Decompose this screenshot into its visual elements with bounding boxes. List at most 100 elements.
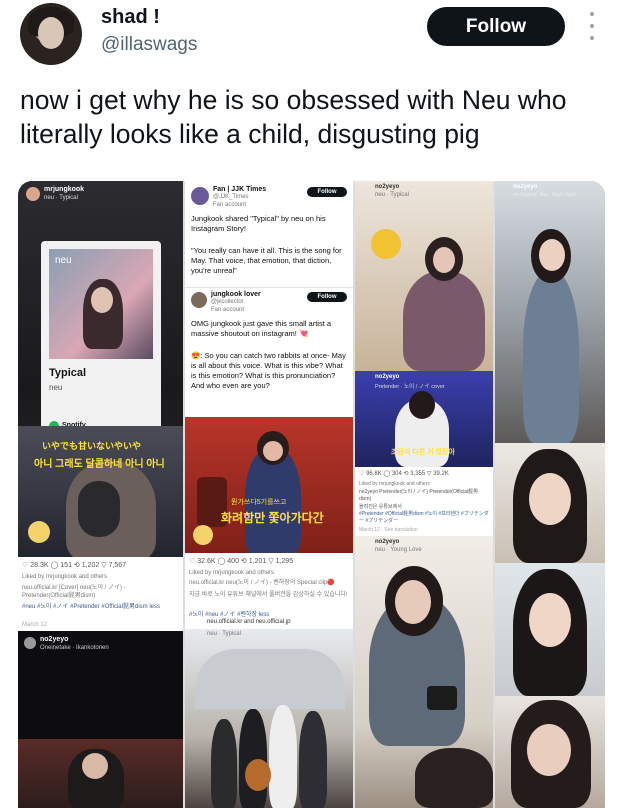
liked-by: Liked by mrjungkook and others — [22, 574, 108, 580]
tweet-text: now i get why he is so obsessed with Neu… — [20, 85, 567, 149]
caption-jp: いやでも甘いないやいや — [42, 441, 142, 451]
share-icon[interactable]: ▽ — [101, 561, 106, 569]
story-song: neu · Typical — [44, 195, 78, 201]
likes-count: 96.8K — [366, 471, 382, 477]
video-account: no2yeyo — [375, 539, 400, 545]
liked-by: Liked by mrjungkook and others — [189, 570, 275, 576]
likes-count: 32.6K — [197, 558, 216, 565]
post-date: March 12 — [22, 622, 48, 628]
fan-name: Fan | JJK Times — [213, 186, 267, 193]
comments-count: 304 — [391, 471, 402, 477]
post-date: March 12 · See translation — [359, 527, 418, 533]
fan-post-text: Jungkook shared "Typical" by neu on his … — [191, 214, 326, 233]
author-handle[interactable]: @illaswags — [101, 34, 197, 56]
follow-button[interactable]: Follow — [427, 7, 565, 46]
reply-text-2: 😍: So you can catch two rabbits at once-… — [191, 351, 346, 390]
repost-icon[interactable]: ⟲ — [74, 561, 80, 569]
repost-icon[interactable]: ⟲ — [241, 557, 247, 565]
author-display-name[interactable]: shad ! — [101, 6, 160, 29]
post-stats-col1: ♡ 28.3K ◯ 151 ⟲ 1,202 ▽ 7,567 Liked by m… — [18, 557, 183, 631]
camera — [427, 686, 457, 710]
video-song: Pretender · 노이 / ノイ cover — [375, 384, 445, 390]
reply-handle: @jkcollector — [211, 299, 244, 305]
heart-icon[interactable]: ♡ — [22, 561, 28, 569]
sticker — [28, 521, 50, 543]
post-tags: #Pretender #Official髭男dism #노이 #프리텐더 #ブリ… — [359, 511, 489, 524]
fan-tweet-screenshot: Fan | JJK Times @JJK_Times Fan account F… — [185, 181, 353, 417]
fan-badge: Fan account — [213, 202, 247, 208]
post-text: neu.official.kr neu(노이 / ノイ) - 벤하장의 Spec… — [189, 580, 335, 586]
story-screenshot-typical: mrjungkook neu · Typical neu Typical neu… — [18, 181, 183, 557]
microphone — [78, 481, 120, 537]
video-caption-top: 뭔가쓰다5기를쓰고 — [231, 499, 287, 506]
reposts-count: 1,201 — [248, 558, 267, 565]
video-caption: 조금이 다른 거 있잖아 — [391, 449, 455, 456]
video-song: Oneinetake · Ikankotonen — [40, 645, 109, 651]
post-stats-col2: ♡ 32.6K ◯ 400 ⟲ 1,201 ▽ 1,295 Liked by m… — [185, 553, 353, 629]
comments-count: 400 — [227, 558, 239, 565]
shares-count: 1,295 — [275, 558, 294, 565]
post-text-2: 올려진은 유튜브에서 — [359, 504, 402, 510]
video-song: no Original Star · Rock Spot — [513, 192, 576, 198]
shares-count: 7,567 — [108, 562, 127, 569]
repost-icon[interactable]: ⟲ — [404, 470, 409, 477]
comment-icon[interactable]: ◯ — [217, 557, 225, 565]
liked-by: Liked by mrjungkook and others — [359, 481, 430, 487]
post-tags: #노이 #neu #ノイ #벤하장 less — [189, 612, 270, 618]
post-text-kr: 지금 바로 노이 유튜브 채널에서 풀버전을 감상하실 수 있습니다! — [189, 592, 348, 598]
album-title: Typical — [49, 367, 87, 379]
story-account: mrjungkook — [44, 186, 85, 193]
video-still-col4-top: no2yeyo no Original Star · Rock Spot — [495, 181, 605, 443]
video-still-col3-bottom: no2yeyo neu · Young Love — [355, 536, 493, 808]
post-tags: #neu #노이 #ノイ #Pretender #Official髭男dism … — [22, 604, 160, 610]
shares-count: 39.2K — [433, 471, 449, 477]
video-song: neu · Typical — [375, 192, 409, 198]
performance-video-still: 뭔가쓰다5기를쓰고 화려함만 쫓아가다간 — [185, 417, 353, 553]
band-photo: neu · Typical — [185, 629, 353, 808]
sticker — [193, 525, 213, 545]
portrait-still-1 — [495, 443, 605, 563]
share-icon[interactable]: ▽ — [268, 557, 273, 565]
reply-follow-button[interactable]: Follow — [307, 292, 347, 302]
video-song: neu · Young Love — [375, 547, 422, 553]
portrait-still-2 — [495, 563, 605, 696]
video-account: no2yeyo — [40, 636, 69, 643]
reply-text: OMG jungkook just gave this small artist… — [191, 319, 332, 338]
video-still-col3-top: no2yeyo neu · Typical — [355, 181, 493, 371]
video-account: no2yeyo — [375, 374, 400, 380]
fan-follow-button[interactable]: Follow — [307, 187, 347, 197]
post-text: neu.official.kr [Cover] neu(노이 / ノイ) - P… — [22, 585, 126, 599]
reply-avatar — [191, 292, 207, 308]
more-options-icon[interactable] — [586, 12, 598, 40]
album-card: neu Typical neu Spotify — [41, 241, 161, 451]
heart-icon[interactable]: ♡ — [189, 557, 195, 565]
caption-kr: 아니 그래도 달콤하네 아니 아니 — [34, 459, 165, 470]
post-text: no2yeyo Pretender(노이 / ノイ) Pretender(Off… — [359, 489, 479, 502]
video-still-col1: no2yeyo Oneinetake · Ikankotonen — [18, 631, 183, 808]
portrait-still-3 — [495, 696, 605, 808]
reposts-count: 3,355 — [410, 471, 426, 477]
fan-avatar — [191, 187, 209, 205]
fan-handle: @JJK_Times — [213, 194, 249, 200]
reposts-count: 1,202 — [81, 562, 100, 569]
collab-accounts: neu.official.kr and neu.official.jp — [207, 619, 291, 625]
account-avatar — [26, 187, 40, 201]
album-logo: neu — [55, 255, 72, 266]
comment-icon[interactable]: ◯ — [50, 561, 58, 569]
fan-quote: "You really can have it all. This is the… — [191, 246, 342, 275]
reply-badge: Fan account — [211, 307, 245, 313]
video-account: no2yeyo — [513, 184, 538, 190]
post-stats-col3: no2yeyo Pretender · 노이 / ノイ cover 조금이 다른… — [355, 371, 493, 536]
video-account: no2yeyo — [375, 184, 400, 190]
author-avatar[interactable] — [20, 3, 82, 65]
heart-icon[interactable]: ♡ — [359, 470, 364, 477]
tweet-media-collage[interactable]: mrjungkook neu · Typical neu Typical neu… — [18, 181, 605, 808]
comment-icon[interactable]: ◯ — [383, 470, 390, 477]
comments-count: 151 — [60, 562, 72, 569]
reply-name: jungkook lover — [211, 291, 261, 298]
share-icon[interactable]: ▽ — [427, 470, 432, 477]
album-artist: neu — [49, 383, 63, 392]
video-caption: 화려함만 쫓아가다간 — [221, 511, 324, 525]
likes-count: 28.3K — [30, 562, 49, 569]
collab-sub: neu · Typical — [207, 631, 241, 637]
